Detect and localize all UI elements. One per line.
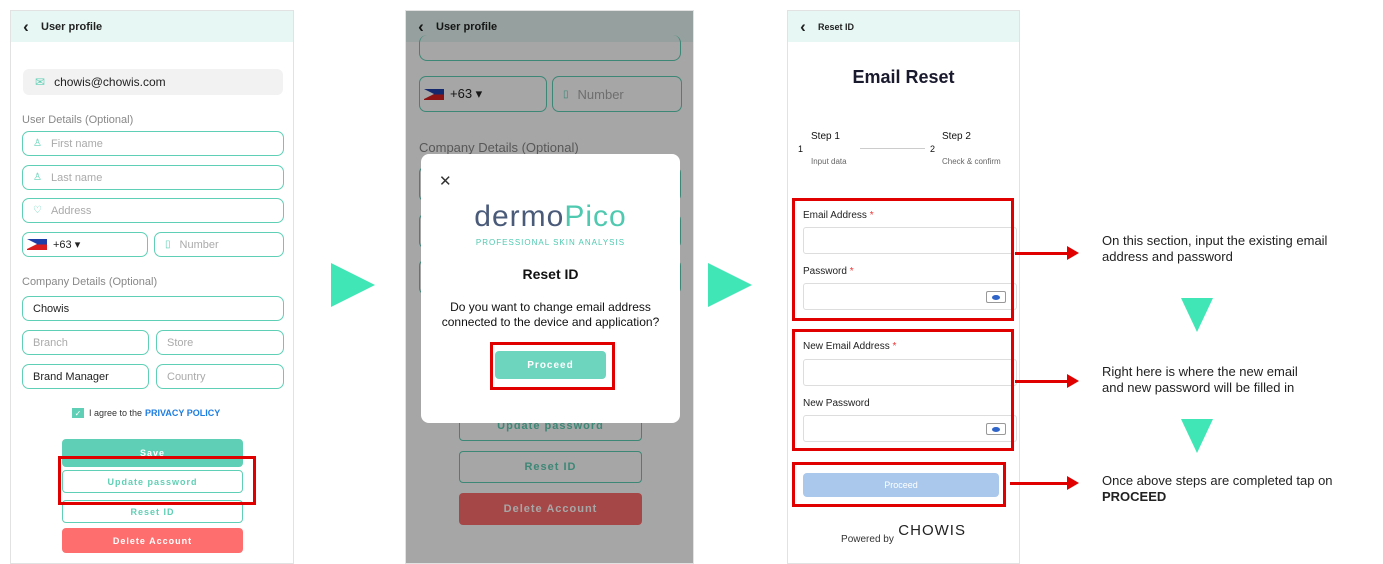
first-name-input[interactable]: ♙ First name bbox=[22, 131, 284, 156]
country-input[interactable]: Country bbox=[156, 364, 284, 389]
country-code-select[interactable]: +63 ▾ bbox=[22, 232, 148, 257]
privacy-agreement: ✓ I agree to the PRIVACY POLICY bbox=[72, 408, 220, 418]
agree-text: I agree to the bbox=[89, 408, 143, 418]
step1-number: 1 bbox=[798, 144, 804, 154]
privacy-policy-link[interactable]: PRIVACY POLICY bbox=[145, 408, 220, 418]
annotation-proceed: Once above steps are completed tap on PR… bbox=[1102, 473, 1372, 505]
annotation-proceed-text: Once above steps are completed tap on bbox=[1102, 473, 1333, 488]
step-arrow-right-icon bbox=[331, 263, 375, 307]
page-title: User profile bbox=[41, 20, 103, 33]
reset-id-dialog: ✕ dermoPico PROFESSIONAL SKIN ANALYSIS R… bbox=[421, 154, 680, 423]
company-input[interactable]: Chowis bbox=[22, 296, 284, 321]
annotation-existing-credentials: On this section, input the existing emai… bbox=[1102, 233, 1328, 264]
highlight-proceed bbox=[792, 462, 1006, 507]
pointer-arrow-icon bbox=[1015, 246, 1079, 260]
back-arrow-icon[interactable]: ‹ bbox=[11, 17, 41, 37]
step-arrow-down-icon bbox=[1181, 419, 1213, 453]
pointer-arrow-icon bbox=[1015, 374, 1079, 388]
store-input[interactable]: Store bbox=[156, 330, 284, 355]
step1-sub: Input data bbox=[811, 157, 847, 166]
chowis-logo: CHOWIS bbox=[898, 522, 966, 539]
powered-by: Powered by CHOWIS bbox=[788, 522, 1019, 547]
email-reset-screen: ‹ Reset ID Email Reset 1 Step 1 Input da… bbox=[787, 10, 1020, 564]
country-placeholder: Country bbox=[167, 370, 206, 383]
checkbox-checked-icon[interactable]: ✓ bbox=[72, 408, 84, 418]
number-placeholder: Number bbox=[179, 238, 219, 251]
position-input[interactable]: Brand Manager bbox=[22, 364, 149, 389]
highlight-update-password bbox=[58, 456, 256, 505]
user-profile-screen: ‹ User profile ✉ chowis@chowis.com User … bbox=[10, 10, 294, 564]
person-icon: ♙ bbox=[33, 138, 42, 149]
dialog-title: Reset ID bbox=[522, 266, 579, 282]
close-icon[interactable]: ✕ bbox=[439, 172, 452, 190]
step2-sub: Check & confirm bbox=[942, 157, 1001, 166]
pointer-arrow-icon bbox=[1010, 476, 1079, 490]
highlight-new-credentials bbox=[792, 329, 1014, 451]
annotation-new-credentials: Right here is where the new email and ne… bbox=[1102, 364, 1298, 395]
highlight-proceed bbox=[490, 342, 615, 390]
location-pin-icon: ♡ bbox=[33, 205, 42, 216]
email-display: ✉ chowis@chowis.com bbox=[23, 69, 283, 95]
position-value: Brand Manager bbox=[33, 370, 109, 383]
branch-input[interactable]: Branch bbox=[22, 330, 149, 355]
phone-icon: ▯ bbox=[165, 239, 171, 250]
header-bar: ‹ Reset ID bbox=[788, 11, 1019, 42]
delete-account-button[interactable]: Delete Account bbox=[62, 528, 243, 553]
powered-by-text: Powered by bbox=[841, 534, 894, 545]
company-value: Chowis bbox=[33, 302, 70, 315]
envelope-icon: ✉ bbox=[35, 75, 46, 89]
user-details-label: User Details (Optional) bbox=[22, 114, 134, 126]
address-input[interactable]: ♡ Address bbox=[22, 198, 284, 223]
branch-placeholder: Branch bbox=[33, 336, 68, 349]
logo-tagline: PROFESSIONAL SKIN ANALYSIS bbox=[475, 238, 626, 247]
step2-number: 2 bbox=[930, 144, 936, 154]
step1-title: Step 1 bbox=[811, 131, 840, 142]
logo-dermo: dermo bbox=[474, 200, 565, 233]
page-title: Reset ID bbox=[818, 21, 855, 32]
last-name-placeholder: Last name bbox=[50, 171, 103, 184]
header-bar: ‹ User profile bbox=[11, 11, 293, 42]
dermopico-logo: dermoPico bbox=[421, 200, 680, 234]
step-connector bbox=[860, 148, 925, 149]
person-icon: ♙ bbox=[33, 172, 42, 183]
first-name-placeholder: First name bbox=[50, 137, 103, 150]
email-reset-heading: Email Reset bbox=[852, 67, 955, 87]
country-code-value: +63 ▾ bbox=[53, 239, 81, 251]
address-placeholder: Address bbox=[50, 204, 92, 217]
email-text: chowis@chowis.com bbox=[54, 75, 166, 89]
step-arrow-down-icon bbox=[1181, 298, 1213, 332]
user-profile-modal-screen: ‹ User profile +63 ▾ ▯ Number Company De… bbox=[405, 10, 694, 564]
logo-pico: Pico bbox=[564, 200, 627, 233]
step2-title: Step 2 bbox=[942, 131, 971, 142]
store-placeholder: Store bbox=[167, 336, 194, 349]
phone-number-input[interactable]: ▯ Number bbox=[154, 232, 284, 257]
annotation-proceed-bold: PROCEED bbox=[1102, 489, 1167, 504]
philippines-flag-icon bbox=[27, 239, 47, 250]
back-arrow-icon[interactable]: ‹ bbox=[788, 17, 818, 37]
last-name-input[interactable]: ♙ Last name bbox=[22, 165, 284, 190]
step-arrow-right-icon bbox=[708, 263, 752, 307]
highlight-existing-credentials bbox=[792, 198, 1014, 321]
company-details-label: Company Details (Optional) bbox=[22, 276, 158, 288]
dialog-message: Do you want to change email address conn… bbox=[441, 300, 660, 329]
